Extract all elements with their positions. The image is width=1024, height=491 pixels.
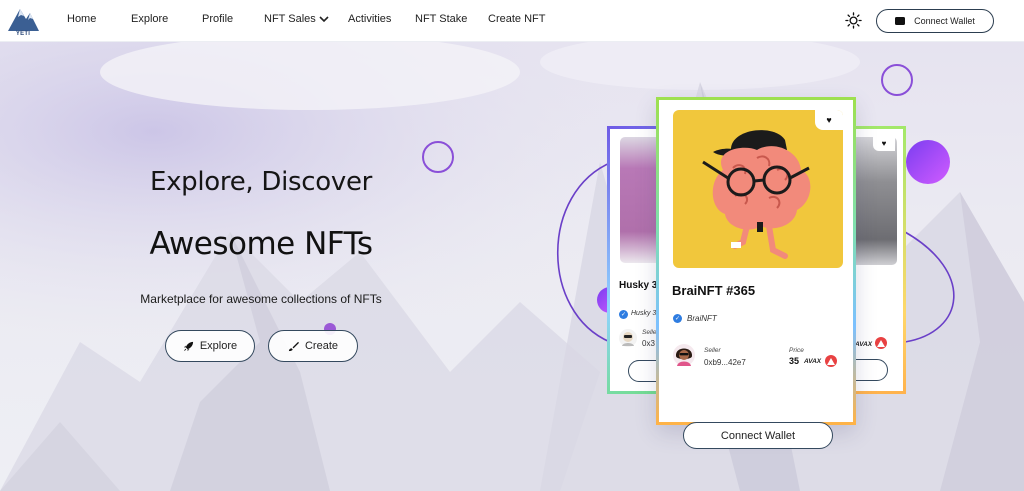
logo[interactable]: YETI xyxy=(6,3,40,39)
nav-activities[interactable]: Activities xyxy=(348,13,391,25)
chevron-down-icon xyxy=(319,15,329,22)
brain-nft-artwork xyxy=(702,130,811,259)
mountain-logo-icon xyxy=(8,9,39,31)
explore-button[interactable]: Explore xyxy=(165,330,255,362)
hero-title: Awesome NFTs xyxy=(149,226,373,262)
explore-button-label: Explore xyxy=(199,340,238,352)
seller-label: Seller xyxy=(704,347,721,354)
nft-image: ♥ xyxy=(673,110,843,268)
verified-icon: ✓ xyxy=(673,314,682,323)
seller-avatar xyxy=(619,329,637,347)
nav-nft-stake[interactable]: NFT Stake xyxy=(415,13,467,25)
brush-icon xyxy=(288,341,299,351)
price-value: 35 xyxy=(789,356,800,366)
top-nav: YETI Home Explore Profile NFT Sales Acti… xyxy=(0,0,1024,42)
create-button-label: Create xyxy=(304,340,339,352)
heart-icon[interactable]: ♥ xyxy=(873,135,895,151)
wallet-icon xyxy=(895,17,906,25)
hero-subtitle: Explore, Discover xyxy=(149,167,373,197)
nav-nft-sales-label: NFT Sales xyxy=(264,13,316,25)
nav-nft-sales[interactable]: NFT Sales xyxy=(264,13,329,25)
nav-profile[interactable]: Profile xyxy=(202,13,233,25)
nav-explore[interactable]: Explore xyxy=(131,13,168,25)
nav-create-nft[interactable]: Create NFT xyxy=(488,13,545,25)
price-label: Price xyxy=(789,347,804,354)
seller-avatar xyxy=(673,344,695,366)
avax-icon xyxy=(825,355,837,367)
logo-text: YETI xyxy=(15,31,31,37)
hero-section: Explore, Discover Awesome NFTs Marketpla… xyxy=(0,42,1024,491)
seller-address: 0xb9...42e7 xyxy=(704,358,746,367)
rocket-icon xyxy=(183,341,193,351)
verified-icon: ✓ xyxy=(619,310,628,319)
nft-card-husky-seller: 0x3 xyxy=(642,339,655,348)
avax-icon xyxy=(875,337,887,349)
nav-home[interactable]: Home xyxy=(67,13,96,25)
nft-card-brainft[interactable]: ♥ BraiNFT #365 ✓ BraiNFT Seller 0xb9...4… xyxy=(656,97,856,449)
sun-icon[interactable] xyxy=(845,12,862,29)
nft-collection: BraiNFT xyxy=(687,314,717,323)
nft-title: BraiNFT #365 xyxy=(672,283,756,298)
card-connect-wallet-button[interactable]: Connect Wallet xyxy=(683,422,833,449)
connect-wallet-label: Connect Wallet xyxy=(914,16,975,26)
heart-icon[interactable]: ♥ xyxy=(815,110,843,130)
create-button[interactable]: Create xyxy=(268,330,358,362)
card-connect-wallet-label: Connect Wallet xyxy=(720,429,796,442)
price-currency: AVAX xyxy=(804,358,822,365)
hero-description: Marketplace for awesome collections of N… xyxy=(140,292,382,306)
nft-card-right-currency: AVAX xyxy=(855,341,873,348)
connect-wallet-button[interactable]: Connect Wallet xyxy=(876,9,994,33)
